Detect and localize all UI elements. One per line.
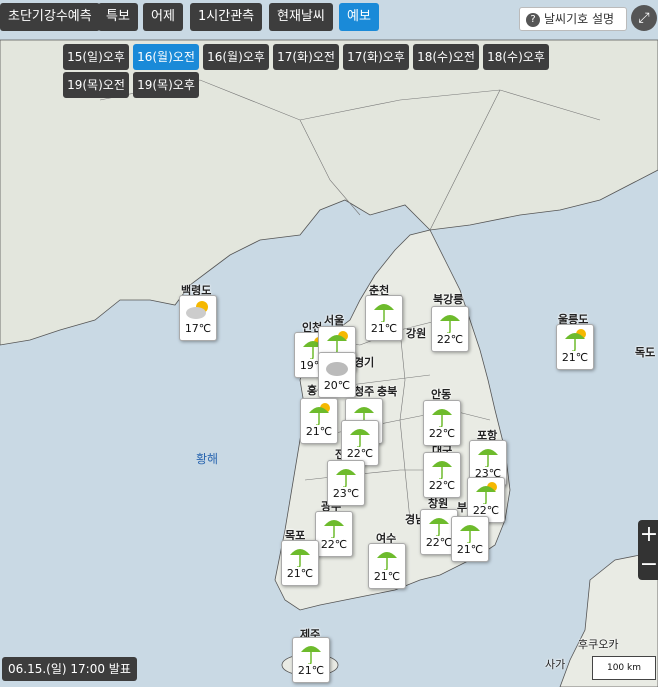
station-temp: 20℃ xyxy=(323,379,351,392)
rain-icon xyxy=(282,543,318,567)
cloudy-icon xyxy=(319,355,355,379)
rain-sun-icon xyxy=(468,480,504,504)
date-tab-4[interactable]: 17(화)오후 xyxy=(343,44,409,70)
date-tab-8[interactable]: 19(목)오후 xyxy=(133,72,199,98)
station-card[interactable]: 21℃ xyxy=(368,543,406,589)
rain-icon xyxy=(328,463,364,487)
station-card[interactable]: 21℃ xyxy=(281,540,319,586)
partly-cloudy-icon xyxy=(180,298,216,322)
station-card[interactable]: 21℃ xyxy=(451,516,489,562)
place-label: 북강릉 xyxy=(433,293,464,306)
place-label: 독도 xyxy=(635,346,656,359)
sea-label: 황해 xyxy=(196,452,219,466)
station-temp: 17℃ xyxy=(184,322,212,335)
zoom-out-button[interactable]: − xyxy=(638,550,658,580)
zoom-in-button[interactable]: + xyxy=(638,520,658,550)
issue-time: 06.15.(일) 17:00 발표 xyxy=(2,657,137,681)
rain-sun-icon xyxy=(557,327,593,351)
station-temp: 21℃ xyxy=(370,322,398,335)
weather-symbol-help-button[interactable]: ? 날씨기호 설명 xyxy=(519,7,627,31)
rain-icon xyxy=(470,443,506,467)
station-temp: 21℃ xyxy=(305,425,333,438)
station-temp: 21℃ xyxy=(561,351,589,364)
place-label: 청주 xyxy=(354,385,375,398)
station-temp: 23℃ xyxy=(332,487,360,500)
date-tab-0[interactable]: 15(일)오후 xyxy=(63,44,129,70)
rain-icon xyxy=(293,640,329,664)
place-label: 사가 xyxy=(545,658,566,671)
rain-icon xyxy=(432,309,468,333)
station-card[interactable]: 17℃ xyxy=(179,295,217,341)
rain-icon xyxy=(369,546,405,570)
rain-icon xyxy=(424,403,460,427)
station-card[interactable]: 20℃ xyxy=(318,352,356,398)
scale-bar: 100 km xyxy=(592,656,656,680)
place-label: 충북 xyxy=(377,385,398,398)
station-card[interactable]: 22℃ xyxy=(423,452,461,498)
date-tab-5[interactable]: 18(수)오전 xyxy=(413,44,479,70)
station-card[interactable]: 22℃ xyxy=(431,306,469,352)
date-tab-6[interactable]: 18(수)오후 xyxy=(483,44,549,70)
rain-sun-icon xyxy=(301,401,337,425)
station-temp: 21℃ xyxy=(373,570,401,583)
place-label: 경기 xyxy=(354,356,375,369)
date-tab-3[interactable]: 17(화)오전 xyxy=(273,44,339,70)
tab-hourly-obs[interactable]: 1시간관측 xyxy=(190,3,263,31)
rain-icon xyxy=(452,519,488,543)
place-label: 강원 xyxy=(406,327,427,340)
station-temp: 22℃ xyxy=(320,538,348,551)
station-card[interactable]: 21℃ xyxy=(300,398,338,444)
rain-icon xyxy=(424,455,460,479)
station-temp: 22℃ xyxy=(346,447,374,460)
tab-current-weather[interactable]: 현재날씨 xyxy=(269,3,333,31)
external-link-icon[interactable]: ⤢ xyxy=(631,5,657,31)
station-card[interactable]: 22℃ xyxy=(315,511,353,557)
station-temp: 21℃ xyxy=(297,664,325,677)
help-icon: ? xyxy=(526,12,540,27)
rain-icon xyxy=(342,423,378,447)
tab-nowcast-precip[interactable]: 초단기강수예측 xyxy=(0,3,100,31)
station-temp: 22℃ xyxy=(436,333,464,346)
date-tab-7[interactable]: 19(목)오전 xyxy=(63,72,129,98)
station-card[interactable]: 21℃ xyxy=(556,324,594,370)
date-tab-1[interactable]: 16(월)오전 xyxy=(133,44,199,70)
station-temp: 22℃ xyxy=(428,427,456,440)
tab-forecast[interactable]: 예보 xyxy=(339,3,379,31)
place-label: 후쿠오카 xyxy=(578,638,619,651)
station-card[interactable]: 23℃ xyxy=(327,460,365,506)
station-card[interactable]: 21℃ xyxy=(365,295,403,341)
rain-sun-icon xyxy=(319,329,355,353)
date-tab-2[interactable]: 16(월)오후 xyxy=(203,44,269,70)
rain-icon xyxy=(366,298,402,322)
station-temp: 21℃ xyxy=(286,567,314,580)
station-card[interactable]: 21℃ xyxy=(292,637,330,683)
station-temp: 22℃ xyxy=(428,479,456,492)
tab-warning[interactable]: 특보 xyxy=(98,3,138,31)
station-card[interactable]: 22℃ xyxy=(423,400,461,446)
station-temp: 21℃ xyxy=(456,543,484,556)
tab-yesterday[interactable]: 어제 xyxy=(143,3,183,31)
rain-icon xyxy=(316,514,352,538)
